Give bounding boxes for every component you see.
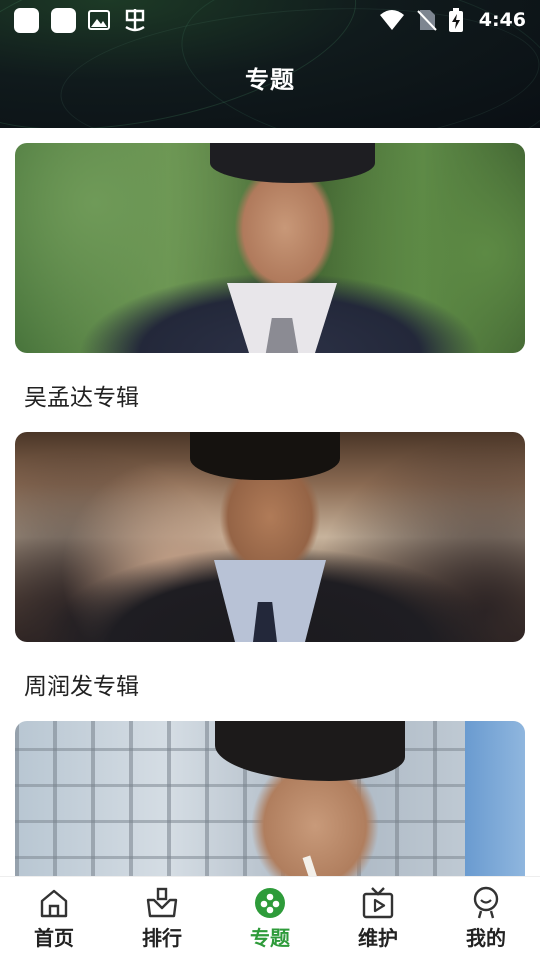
clock: 4:46 [478, 9, 526, 31]
nav-label: 专题 [250, 926, 290, 950]
battery-charging-icon [448, 8, 463, 32]
status-bar: 4:46 [0, 0, 540, 40]
nav-item-ranking[interactable]: 排行 [117, 886, 207, 951]
no-sim-icon [417, 10, 437, 31]
home-icon [40, 889, 68, 918]
topic-title[interactable]: 吴孟达专辑 [24, 378, 139, 412]
page-title: 专题 [245, 66, 295, 94]
nav-item-maintenance[interactable]: 维护 [333, 886, 423, 951]
nav-label: 我的 [466, 926, 506, 950]
profile-icon [473, 886, 499, 919]
notification-square-icon [51, 7, 76, 33]
topic-card[interactable] [15, 432, 525, 642]
nav-label: 排行 [142, 926, 182, 950]
wifi-icon [379, 10, 404, 30]
notification-square-icon [14, 7, 39, 33]
nav-label: 首页 [34, 926, 74, 950]
nav-label: 维护 [358, 926, 398, 950]
nav-item-topics[interactable]: 专题 [225, 886, 315, 951]
header: 4:46 专题 [0, 0, 540, 128]
nav-item-home[interactable]: 首页 [9, 886, 99, 951]
topic-card[interactable] [15, 721, 525, 876]
image-icon [88, 10, 110, 30]
topic-card[interactable] [15, 143, 525, 353]
topic-list: 吴孟达专辑 周润发专辑 [0, 128, 540, 876]
tv-icon [362, 887, 394, 919]
topic-cover-image[interactable] [15, 721, 525, 876]
topic-cover-image[interactable] [15, 143, 525, 353]
topic-title[interactable]: 周润发专辑 [24, 667, 139, 701]
app-screen: 4:46 专题 吴孟达专辑 周润发专辑 首页 排行 专题 维护 我的 [0, 0, 540, 960]
nav-item-profile[interactable]: 我的 [441, 886, 531, 951]
bug-icon [125, 9, 145, 32]
ranking-icon [146, 887, 178, 918]
topic-cover-image[interactable] [15, 432, 525, 642]
topics-icon [255, 888, 285, 918]
bottom-nav: 首页 排行 专题 维护 我的 [0, 876, 540, 960]
